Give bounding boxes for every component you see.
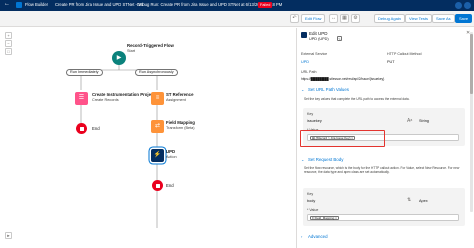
left-node-subtitle: Create Records [92, 98, 119, 102]
panel-scrollbar-thumb[interactable] [470, 34, 473, 94]
advanced-section-toggle[interactable]: Advanced [308, 233, 472, 240]
edit-flow-button[interactable]: Edit Flow [301, 14, 326, 23]
body-value-field[interactable]: ≡ Field_Mapping × [307, 214, 459, 221]
transform-node-icon[interactable]: ⇄ [151, 120, 164, 133]
body-value-chip-text: Field_Mapping [314, 216, 335, 220]
request-body-chevron-icon[interactable]: ⌄ [301, 157, 304, 162]
failed-status-badge: Failed [258, 2, 273, 8]
save-button[interactable]: Save [455, 14, 473, 23]
app-header: ← Flow Builder Create PR from Jira Issue… [0, 0, 474, 11]
branch-run-asynchronously[interactable]: Run Asynchronously [135, 69, 178, 76]
start-node-subtitle: Start [127, 49, 136, 53]
request-body-heading[interactable]: Set Request Body [308, 156, 472, 163]
assignment-node-icon[interactable]: ≡ [151, 92, 164, 105]
body-key-value: body [307, 199, 316, 203]
flow-canvas[interactable]: + − □ ► ▶ Record-Triggered Flow Start Ru… [0, 28, 296, 248]
url-key-label: Key [307, 112, 314, 116]
left-end-label: End [92, 126, 100, 131]
panel-subtitle: UPD (UPD) [309, 37, 329, 41]
left-end-icon[interactable] [76, 123, 87, 134]
field-mapping-chip[interactable]: ≡ Field_Mapping × [310, 216, 339, 220]
settings-gear-icon[interactable]: ⚙ [351, 14, 360, 23]
url-params-chevron-icon[interactable]: ⌄ [301, 87, 304, 92]
action-icon [301, 32, 307, 38]
left-node-title: Create Instrumentation Project [92, 92, 155, 97]
request-body-description: Set the flow resource, which is the body… [304, 166, 460, 174]
view-tests-button[interactable]: View Tests [405, 14, 432, 23]
url-key-value: issuekey [307, 119, 322, 123]
expand-icon[interactable]: ▦ [340, 14, 349, 23]
remove-body-chip-icon[interactable]: × [334, 216, 337, 220]
app-title: Flow Builder [25, 2, 49, 7]
http-method-label: HTTP Callout Method [387, 52, 422, 56]
create-records-node-icon[interactable]: ☰ [75, 92, 88, 105]
start-node-title: Record-Triggered Flow [127, 43, 174, 48]
help-icon[interactable] [455, 2, 462, 9]
right-node-2-title: Field Mapping [166, 120, 195, 125]
right-node-3-title: UPD [166, 149, 176, 154]
highlight-annotation-box [300, 130, 385, 147]
request-body-card: Key body ⇅ Apex * Value ≡ Field_Mapping … [303, 188, 465, 226]
right-node-1-subtitle: Assignment [166, 98, 186, 102]
right-end-label: End [166, 183, 174, 188]
branch-run-immediately[interactable]: Run Immediately [66, 69, 103, 76]
body-value-label: * Value [307, 208, 319, 212]
body-type-value: Apex [419, 199, 428, 203]
back-arrow-icon[interactable]: ← [4, 1, 10, 7]
url-path-value: https://████████.stlesson.net/rest/api/2… [301, 77, 385, 81]
url-type-value: String [419, 119, 429, 123]
debug-again-button[interactable]: Debug Again [374, 14, 405, 23]
start-node-icon[interactable]: ▶ [112, 51, 126, 65]
external-service-value[interactable]: UPD [301, 60, 309, 64]
edit-pencil-icon[interactable]: ✎ [337, 36, 342, 41]
url-path-label: URL Path [301, 70, 317, 74]
body-key-label: Key [307, 192, 314, 196]
external-service-label: External Service [301, 52, 328, 56]
http-method-value: PUT [387, 60, 395, 64]
right-end-icon[interactable] [152, 180, 163, 191]
flow-builder-logo-icon [16, 2, 22, 8]
url-path-values-heading[interactable]: Set URL Path Values [308, 86, 472, 93]
undo-icon[interactable]: ↶ [290, 14, 299, 23]
right-node-2-subtitle: Transform (Beta) [166, 126, 195, 130]
settings-icon[interactable] [464, 2, 471, 9]
flow-title: Create PR from Jira Issue and UPD STNet … [55, 2, 144, 7]
toolbar: ↶ Edit Flow ↔ ▦ ⚙ Debug Again View Tests… [0, 11, 474, 27]
save-as-button[interactable]: Save As [432, 14, 455, 23]
action-node-icon[interactable]: ⚡ [151, 149, 164, 162]
right-node-1-title: ST Reference [166, 92, 194, 97]
string-type-icon: Aᵃ [407, 118, 413, 124]
collapse-icon[interactable]: ↔ [329, 14, 338, 23]
apex-type-icon: ⇅ [407, 197, 412, 203]
flow-connectors [80, 64, 158, 228]
url-params-description: Set the key values that complete the URL… [304, 97, 410, 101]
advanced-chevron-icon[interactable]: › [301, 234, 302, 239]
right-node-3-subtitle: Action [166, 155, 177, 159]
panel-title: Edit UPD [309, 31, 328, 36]
